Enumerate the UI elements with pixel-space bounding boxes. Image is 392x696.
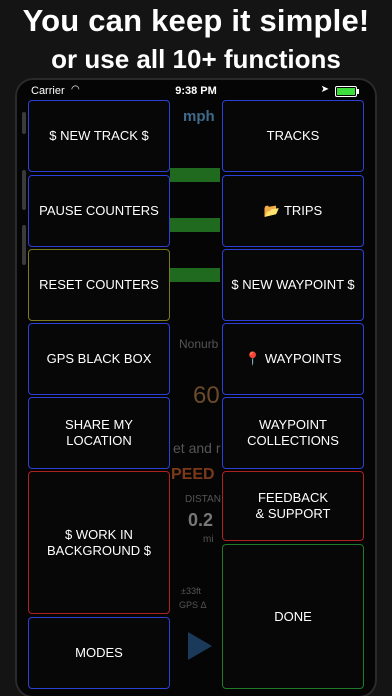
- volume-up-button: [22, 170, 26, 210]
- share-location-button[interactable]: SHARE MY LOCATION: [28, 397, 170, 469]
- share-location-label: SHARE MY LOCATION: [65, 417, 133, 448]
- tracks-label: TRACKS: [266, 128, 320, 144]
- reset-counters-label: RESET COUNTERS: [39, 277, 159, 293]
- waypoint-collections-label: WAYPOINT COLLECTIONS: [247, 417, 339, 448]
- speed-limit-value: 60: [193, 382, 220, 409]
- feedback-support-label: FEEDBACK & SUPPORT: [255, 490, 331, 521]
- modes-button[interactable]: MODES: [28, 617, 170, 689]
- distance-unit: mi: [203, 534, 214, 545]
- status-bar: Carrier ◠ 9:38 PM ➤: [17, 80, 375, 102]
- speed-unit-label: mph: [183, 108, 215, 125]
- new-track-label: $ NEW TRACK $: [49, 128, 149, 144]
- pushpin-icon: 📍: [244, 351, 261, 367]
- feedback-support-button[interactable]: FEEDBACK & SUPPORT: [222, 471, 364, 541]
- waypoints-button[interactable]: 📍 WAYPOINTS: [222, 323, 364, 395]
- work-in-background-button[interactable]: $ WORK IN BACKGROUND $: [28, 471, 170, 614]
- distance-label: DISTAN: [185, 494, 221, 505]
- pause-counters-button[interactable]: PAUSE COUNTERS: [28, 175, 170, 247]
- new-waypoint-button[interactable]: $ NEW WAYPOINT $: [222, 249, 364, 321]
- battery-icon: [335, 86, 359, 97]
- gps-label: GPS Δ: [179, 600, 207, 610]
- work-in-background-label: $ WORK IN BACKGROUND $: [46, 526, 152, 558]
- location-arrow-icon: ➤: [320, 84, 329, 95]
- done-button[interactable]: DONE: [222, 544, 364, 689]
- speedometer-segment: [170, 268, 220, 282]
- pause-counters-label: PAUSE COUNTERS: [39, 203, 159, 219]
- tracks-button[interactable]: TRACKS: [222, 100, 364, 172]
- trips-label: TRIPS: [283, 203, 323, 219]
- gps-accuracy: ±33ft: [181, 586, 201, 596]
- waypoints-label: WAYPOINTS: [264, 351, 342, 367]
- folder-icon: 📂: [263, 203, 280, 219]
- distance-value: 0.2: [188, 510, 214, 530]
- speedometer-segment: [170, 218, 220, 232]
- set-limit-text: et and r: [173, 440, 221, 456]
- play-icon: [188, 632, 212, 660]
- road-type-label: Nonurb: [179, 337, 219, 351]
- gps-black-box-label: GPS BLACK BOX: [46, 351, 152, 367]
- promo-headline: You can keep it simple!: [22, 3, 370, 38]
- trips-button[interactable]: 📂 TRIPS: [222, 175, 364, 247]
- volume-down-button: [22, 225, 26, 265]
- modes-label: MODES: [75, 645, 123, 661]
- gps-black-box-button[interactable]: GPS BLACK BOX: [28, 323, 170, 395]
- speed-label: PEED: [171, 466, 215, 483]
- waypoint-collections-button[interactable]: WAYPOINT COLLECTIONS: [222, 397, 364, 469]
- reset-counters-button[interactable]: RESET COUNTERS: [28, 249, 170, 321]
- speedometer-segment: [170, 168, 220, 182]
- promo-subheadline: or use all 10+ functions: [51, 44, 341, 74]
- new-waypoint-label: $ NEW WAYPOINT $: [231, 277, 355, 293]
- done-label: DONE: [274, 608, 312, 624]
- mute-switch: [22, 112, 26, 134]
- new-track-button[interactable]: $ NEW TRACK $: [28, 100, 170, 172]
- phone-screen: Carrier ◠ 9:38 PM ➤ mph Nonurb 60 et and…: [17, 80, 375, 696]
